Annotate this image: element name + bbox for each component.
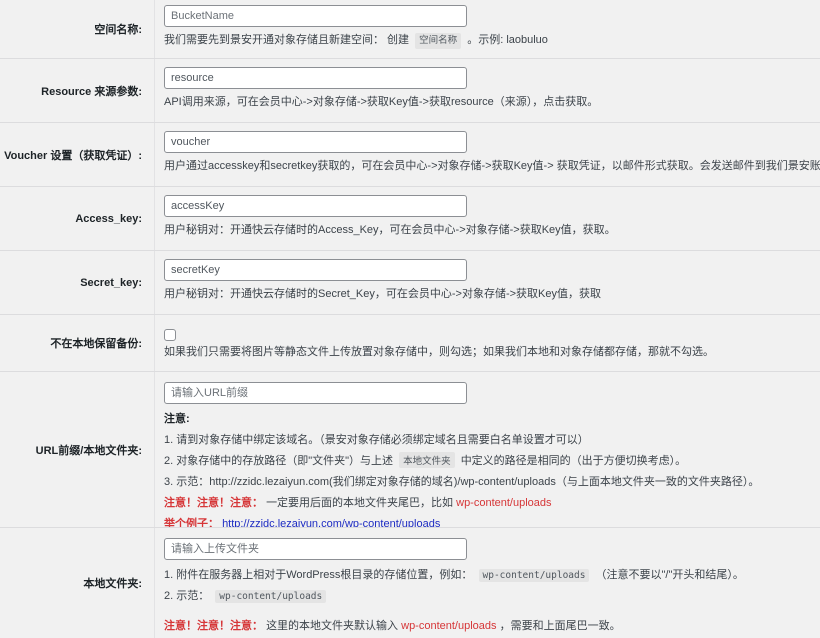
url-prefix-line2-before: 2. 对象存储中的存放路径（即"文件夹"）与上述 [164, 455, 394, 467]
local-folder-warn-path: wp-content/uploads [401, 620, 497, 632]
resource-row: Resource 来源参数: API调用来源，可在会员中心->对象存储->获取K… [0, 59, 820, 123]
local-folder-label: 本地文件夹: [0, 528, 155, 638]
access-key-label: Access_key: [0, 187, 155, 250]
bucket-desc-before: 我们需要先到景安开通对象存储且新建空间： 创建 [164, 34, 410, 46]
bucket-desc-after: 。示例: laobuluo [467, 34, 548, 46]
local-folder-row: 本地文件夹: 1. 附件在服务器上相对于WordPress根目录的存储位置，例如… [0, 528, 820, 638]
local-folder-line1: 1. 附件在服务器上相对于WordPress根目录的存储位置，例如： wp-co… [164, 566, 820, 582]
url-prefix-line2: 2. 对象存储中的存放路径（即"文件夹"）与上述 本地文件夹 中定义的路径是相同… [164, 452, 820, 468]
url-prefix-line3: 3. 示范：http://zzidc.lezaiyun.com(我们绑定对象存储… [164, 476, 760, 488]
voucher-row: Voucher 设置（获取凭证）: 用户通过accesskey和secretke… [0, 123, 820, 187]
url-prefix-example: 举个例子： http://zzidc.lezaiyun.com/wp-conte… [164, 515, 820, 527]
url-prefix-example-url: http://zzidc.lezaiyun.com/wp-content/upl… [222, 518, 441, 527]
resource-label: Resource 来源参数: [0, 59, 155, 122]
access-key-row: Access_key: 用户秘钥对：开通快云存储时的Access_Key，可在会… [0, 187, 820, 251]
bucket-label: 空间名称: [0, 0, 155, 58]
access-key-input[interactable] [164, 195, 467, 217]
url-prefix-warning: 注意！注意！注意： 一定要用后面的本地文件夹尾巴，比如 wp-content/u… [164, 494, 820, 510]
url-prefix-line2-after: 中定义的路径是相同的（出于方便切换考虑）。 [460, 455, 687, 467]
url-prefix-row: URL前缀/本地文件夹: 注意: 1. 请到对象存储中绑定该域名。（景安对象存储… [0, 372, 820, 528]
secret-key-label: Secret_key: [0, 251, 155, 314]
local-folder-line1-code: wp-content/uploads [478, 569, 590, 582]
url-prefix-warn-label: 注意！注意！注意： [164, 497, 263, 509]
voucher-label: Voucher 设置（获取凭证）: [0, 123, 155, 186]
local-folder-input[interactable] [164, 538, 467, 560]
local-folder-line2-before: 2. 示范： [164, 590, 210, 602]
url-prefix-warn-text: 一定要用后面的本地文件夹尾巴，比如 [266, 497, 454, 509]
no-local-row: 不在本地保留备份: 如果我们只需要将图片等静态文件上传放置对象存储中，则勾选；如… [0, 315, 820, 372]
url-prefix-input[interactable] [164, 382, 467, 404]
bucket-input[interactable] [164, 5, 467, 27]
voucher-input[interactable] [164, 131, 467, 153]
local-folder-warn-label: 注意！注意！注意： [164, 620, 263, 632]
access-key-desc: 用户秘钥对：开通快云存储时的Access_Key，可在会员中心->对象存储->获… [164, 224, 616, 236]
url-prefix-line1: 1. 请到对象存储中绑定该域名。（景安对象存储必须绑定域名且需要白名单设置才可以… [164, 434, 589, 446]
local-folder-line1-before: 1. 附件在服务器上相对于WordPress根目录的存储位置，例如： [164, 569, 473, 581]
bucket-row: 空间名称: 我们需要先到景安开通对象存储且新建空间： 创建 空间名称 。示例: … [0, 0, 820, 59]
settings-form: 空间名称: 我们需要先到景安开通对象存储且新建空间： 创建 空间名称 。示例: … [0, 0, 820, 638]
secret-key-row: Secret_key: 用户秘钥对：开通快云存储时的Secret_Key，可在会… [0, 251, 820, 315]
voucher-desc: 用户通过accesskey和secretkey获取的，可在会员中心->对象存储-… [164, 160, 820, 172]
no-local-checkbox[interactable] [164, 329, 176, 341]
url-prefix-example-label: 举个例子： [164, 518, 219, 527]
resource-desc: API调用来源，可在会员中心->对象存储->获取Key值->获取resource… [164, 96, 599, 108]
local-folder-line2: 2. 示范： wp-content/uploads [164, 587, 820, 603]
url-prefix-label: URL前缀/本地文件夹: [0, 372, 155, 527]
local-folder-line1-after: （注意不要以"/"开头和结尾）。 [595, 569, 744, 581]
secret-key-input[interactable] [164, 259, 467, 281]
resource-input[interactable] [164, 67, 467, 89]
url-prefix-note-head: 注意: [164, 413, 190, 425]
url-prefix-line2-code: 本地文件夹 [399, 452, 455, 468]
no-local-desc: 如果我们只需要将图片等静态文件上传放置对象存储中，则勾选；如果我们本地和对象存储… [164, 346, 714, 358]
local-folder-warn-after: ，需要和上面尾巴一致。 [499, 620, 621, 632]
secret-key-desc: 用户秘钥对：开通快云存储时的Secret_Key，可在会员中心->对象存储->获… [164, 288, 601, 300]
no-local-label: 不在本地保留备份: [0, 315, 155, 371]
bucket-desc: 我们需要先到景安开通对象存储且新建空间： 创建 空间名称 。示例: laobul… [164, 33, 820, 49]
bucket-desc-code: 空间名称 [415, 33, 462, 49]
local-folder-warning: 注意！注意！注意： 这里的本地文件夹默认输入 wp-content/upload… [164, 617, 820, 633]
local-folder-line2-code: wp-content/uploads [215, 590, 327, 603]
url-prefix-warn-path: wp-content/uploads [456, 497, 552, 509]
local-folder-warn-text: 这里的本地文件夹默认输入 [266, 620, 399, 632]
